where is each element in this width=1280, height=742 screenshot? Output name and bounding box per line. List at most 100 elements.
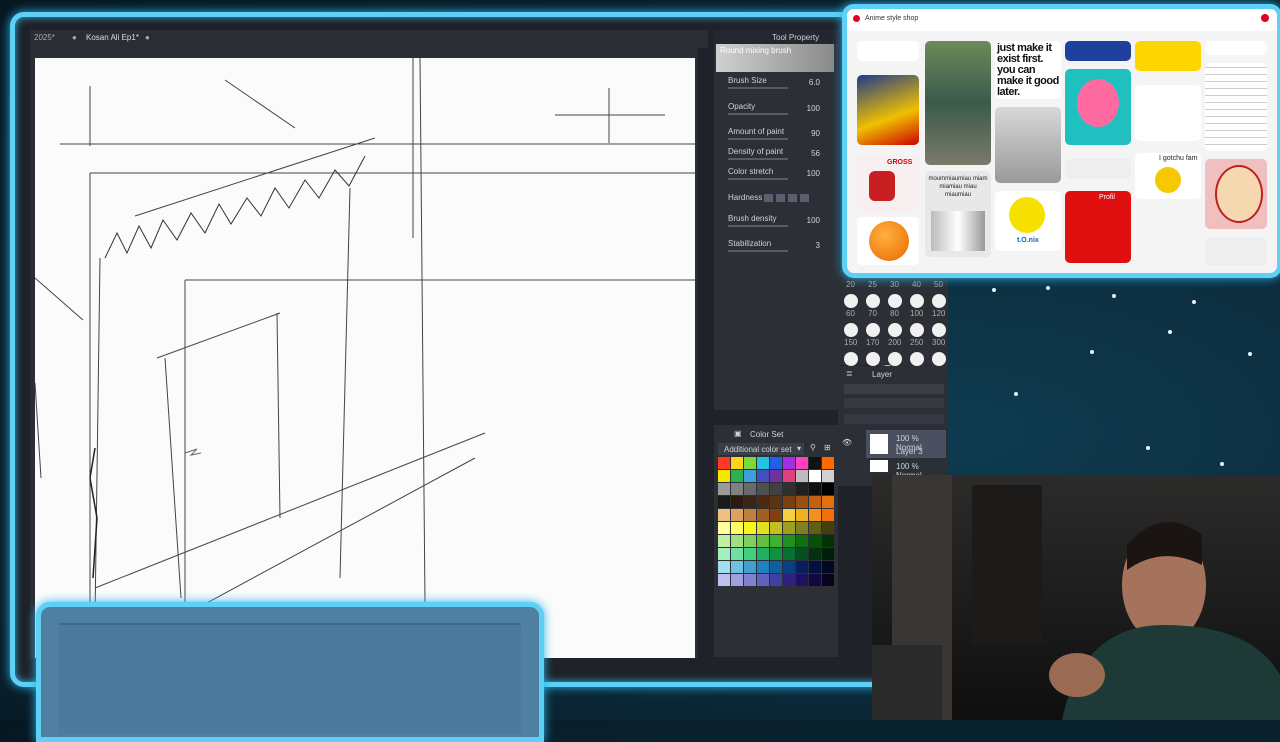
pin-image-sketch-character[interactable]: [1135, 85, 1201, 141]
color-swatch[interactable]: [744, 496, 756, 508]
color-swatch[interactable]: [822, 561, 834, 573]
pin-image-expression-sheet[interactable]: [1205, 63, 1267, 151]
brush-size-dot[interactable]: [888, 323, 902, 337]
color-swatch[interactable]: [770, 522, 782, 534]
brush-size-dot[interactable]: [932, 323, 946, 337]
color-swatch[interactable]: [783, 483, 795, 495]
color-swatch[interactable]: [744, 574, 756, 586]
pin-image[interactable]: [857, 75, 919, 145]
color-swatch[interactable]: [796, 561, 808, 573]
brush-size-dot[interactable]: [910, 294, 924, 308]
color-swatch[interactable]: [783, 509, 795, 521]
pin-image-skull[interactable]: Profil: [1065, 191, 1131, 263]
color-swatch[interactable]: [718, 574, 730, 586]
color-swatch[interactable]: [744, 535, 756, 547]
color-swatch[interactable]: [809, 522, 821, 534]
color-swatch[interactable]: [822, 470, 834, 482]
color-swatch[interactable]: [770, 548, 782, 560]
color-swatch[interactable]: [796, 496, 808, 508]
layer-row-selected[interactable]: 100 % Normal Layer 3: [866, 430, 946, 458]
color-swatch[interactable]: [757, 470, 769, 482]
color-swatch[interactable]: [770, 535, 782, 547]
color-swatch[interactable]: [770, 561, 782, 573]
color-swatch[interactable]: [796, 483, 808, 495]
blend-mode-row[interactable]: [844, 384, 944, 394]
opacity-row[interactable]: Opacity 100: [728, 102, 836, 120]
color-swatch[interactable]: [822, 535, 834, 547]
color-swatch[interactable]: [731, 470, 743, 482]
color-swatch[interactable]: [822, 574, 834, 586]
color-swatch[interactable]: [783, 522, 795, 534]
color-swatch[interactable]: [718, 509, 730, 521]
color-swatch[interactable]: [783, 561, 795, 573]
color-swatch[interactable]: [770, 496, 782, 508]
color-swatch[interactable]: [796, 535, 808, 547]
pin-image-orange[interactable]: [857, 217, 919, 265]
pin-image-cats[interactable]: moummiaumiau miam miamiau miau miaumiau: [925, 171, 991, 257]
color-swatch[interactable]: [744, 483, 756, 495]
pin-image-face[interactable]: [1205, 159, 1267, 229]
color-swatch[interactable]: [770, 483, 782, 495]
hardness-row[interactable]: Hardness: [728, 193, 836, 211]
pin-image[interactable]: [857, 41, 919, 61]
color-swatch[interactable]: [783, 574, 795, 586]
amount-of-paint-row[interactable]: Amount of paint 90: [728, 127, 836, 145]
layer-toolbar-2[interactable]: [844, 414, 944, 424]
pin-image-i-gotchu[interactable]: I gotchu fam: [1135, 153, 1201, 199]
color-swatch[interactable]: [783, 548, 795, 560]
color-swatch[interactable]: [822, 548, 834, 560]
color-swatches[interactable]: [718, 457, 834, 586]
brush-size-dot[interactable]: [844, 294, 858, 308]
pin-image-toonix[interactable]: t.O.nix: [995, 191, 1061, 251]
color-swatch[interactable]: [731, 561, 743, 573]
color-swatch[interactable]: [809, 470, 821, 482]
layer-row[interactable]: 100 % Normal: [866, 460, 946, 480]
color-swatch[interactable]: [822, 457, 834, 469]
color-set-dropdown[interactable]: Additional color set ▾: [718, 443, 804, 455]
brush-size-dot[interactable]: [910, 352, 924, 366]
color-swatch[interactable]: [783, 496, 795, 508]
color-swatch[interactable]: [770, 509, 782, 521]
brush-density-row[interactable]: Brush density 100: [728, 214, 836, 232]
color-swatch[interactable]: [809, 496, 821, 508]
color-swatch[interactable]: [757, 574, 769, 586]
add-color-icon[interactable]: ⊞: [824, 443, 831, 452]
color-swatch[interactable]: [822, 522, 834, 534]
pin-image-cartoon[interactable]: [1065, 69, 1131, 145]
color-swatch[interactable]: [796, 509, 808, 521]
color-swatch[interactable]: [757, 509, 769, 521]
color-swatch[interactable]: [822, 496, 834, 508]
color-swatch[interactable]: [809, 509, 821, 521]
pin-image[interactable]: [1205, 237, 1267, 265]
search-icon[interactable]: ⚲: [810, 443, 816, 452]
color-swatch[interactable]: [809, 574, 821, 586]
color-swatch[interactable]: [796, 522, 808, 534]
color-swatch[interactable]: [796, 548, 808, 560]
stabilization-row[interactable]: Stabilization 3: [728, 239, 836, 257]
brush-size-dot[interactable]: [866, 352, 880, 366]
pin-image[interactable]: [1205, 41, 1267, 55]
brush-size-dot[interactable]: [844, 323, 858, 337]
color-swatch[interactable]: [744, 470, 756, 482]
color-swatch[interactable]: [731, 496, 743, 508]
density-of-paint-row[interactable]: Density of paint 56: [728, 147, 836, 165]
color-swatch[interactable]: [731, 535, 743, 547]
color-swatch[interactable]: [783, 535, 795, 547]
color-swatch[interactable]: [718, 457, 730, 469]
color-swatch[interactable]: [757, 522, 769, 534]
brush-size-dot[interactable]: [932, 294, 946, 308]
brush-size-dot[interactable]: [888, 352, 902, 366]
color-swatch[interactable]: [796, 574, 808, 586]
color-swatch[interactable]: [757, 548, 769, 560]
brush-size-dot[interactable]: [932, 352, 946, 366]
color-swatch[interactable]: [757, 535, 769, 547]
color-swatch[interactable]: [731, 548, 743, 560]
brush-size-dot[interactable]: [888, 294, 902, 308]
pin-image-bw-drawing[interactable]: [1135, 205, 1201, 263]
pin-image-quote[interactable]: just make it exist first. you can make i…: [995, 41, 1061, 99]
color-swatch[interactable]: [731, 483, 743, 495]
brush-size-dot[interactable]: [910, 323, 924, 337]
color-swatch[interactable]: [757, 561, 769, 573]
pin-image-landscape[interactable]: [925, 41, 991, 165]
color-swatch[interactable]: [770, 457, 782, 469]
